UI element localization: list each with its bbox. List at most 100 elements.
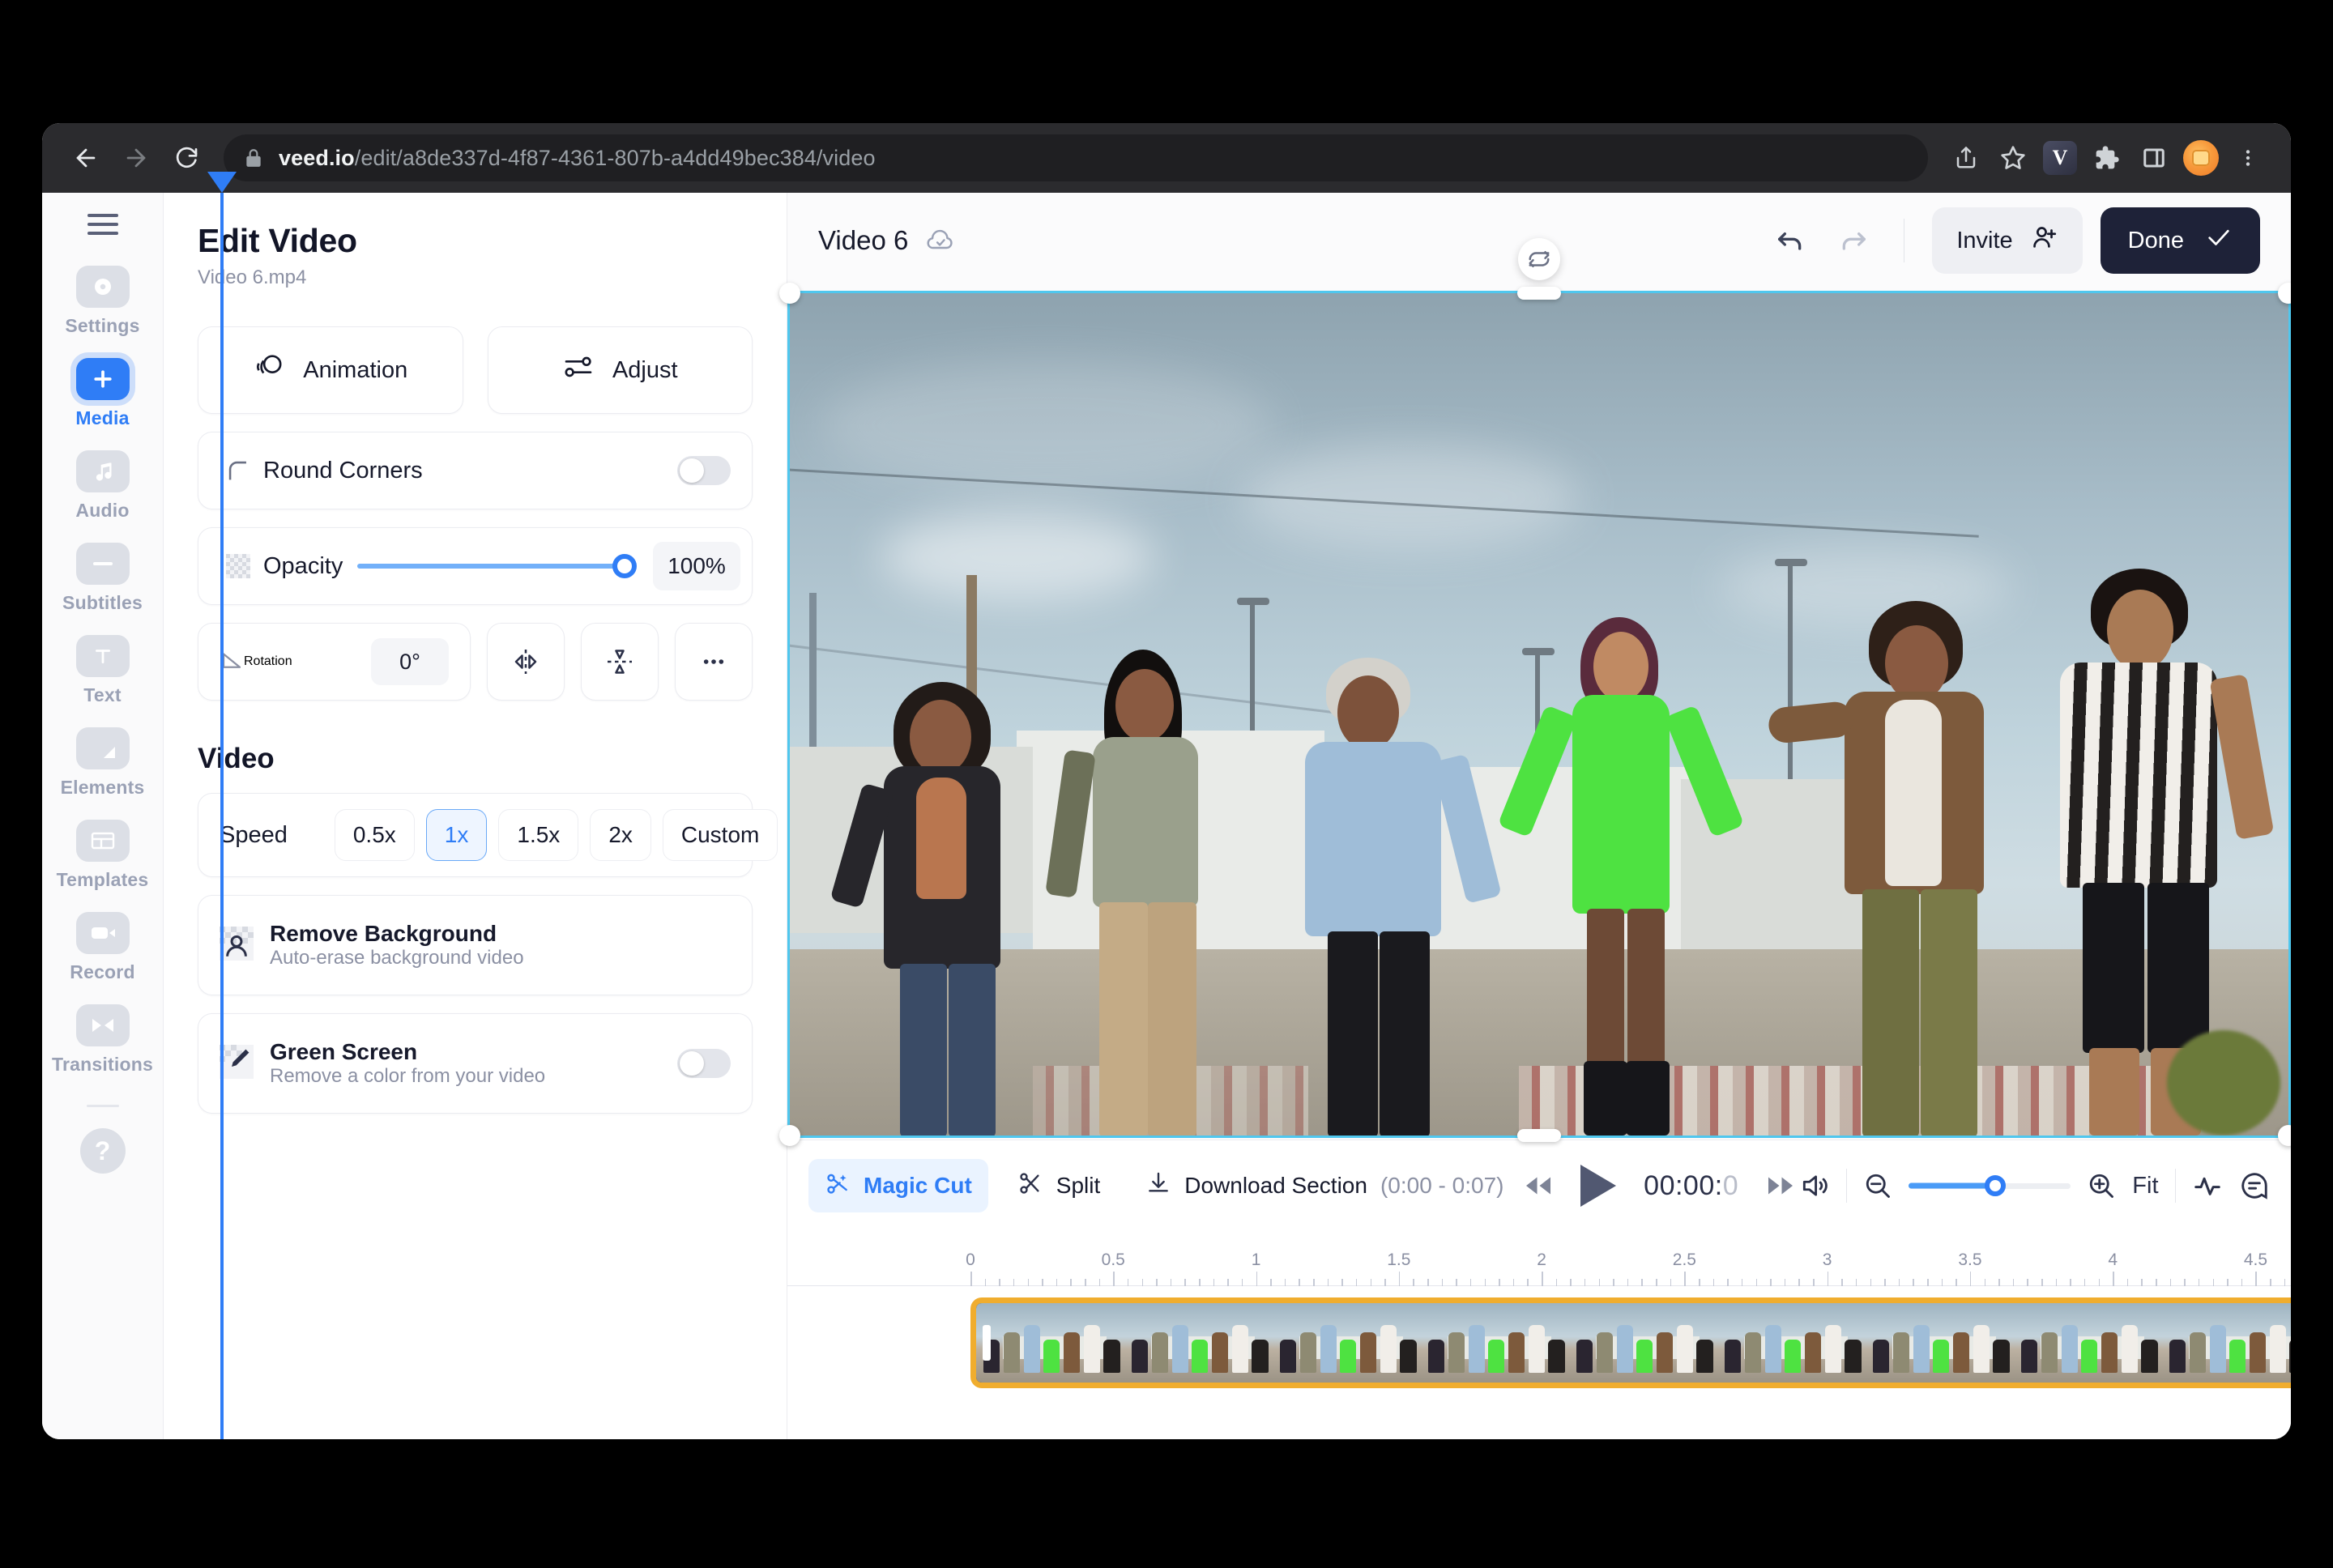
speed-option-2x[interactable]: 2x	[590, 809, 651, 861]
ruler-tick	[2270, 1279, 2271, 1286]
fast-forward-icon[interactable]	[1766, 1174, 1795, 1198]
ruler-tick	[1484, 1279, 1486, 1286]
resize-handle-top-right[interactable]	[2278, 282, 2291, 304]
ruler-tick	[1913, 1279, 1914, 1286]
three-dot-menu-icon[interactable]	[2226, 136, 2270, 180]
forward-arrow-icon[interactable]	[113, 135, 159, 181]
video-section-heading: Video	[198, 743, 275, 774]
zoom-in-icon[interactable]	[2087, 1171, 2116, 1200]
ruler-tick	[1370, 1279, 1372, 1286]
resize-handle-top[interactable]	[1517, 286, 1561, 300]
toolbar-divider	[2174, 1169, 2176, 1203]
hamburger-menu-icon[interactable]	[87, 214, 118, 235]
sidebar-item-media[interactable]: Media	[42, 358, 164, 429]
magic-wand-icon	[825, 1170, 851, 1202]
ruler-tick	[1956, 1279, 1957, 1286]
timeline-ruler[interactable]: 00.511.522.533.544.555.566.57	[787, 1231, 2291, 1291]
sidebar-item-transitions[interactable]: Transitions	[42, 1004, 164, 1076]
sidebar-item-audio[interactable]: Audio	[42, 450, 164, 522]
ruler-tick	[1870, 1279, 1872, 1286]
share-icon[interactable]	[1944, 136, 1988, 180]
resize-handle-top-left[interactable]	[779, 282, 800, 304]
round-corners-toggle[interactable]	[677, 456, 731, 485]
ruler-tick	[1656, 1279, 1657, 1286]
undo-arrow-icon[interactable]	[1768, 218, 1813, 263]
waveform-icon[interactable]	[2192, 1170, 2223, 1201]
redo-arrow-icon[interactable]	[1831, 218, 1876, 263]
help-button[interactable]: ?	[79, 1128, 126, 1174]
magic-cut-button[interactable]: Magic Cut	[808, 1159, 988, 1212]
done-button[interactable]: Done	[2100, 207, 2260, 274]
rotation-label: Rotation	[244, 654, 292, 668]
ruler-tick	[1013, 1279, 1015, 1286]
remove-background-button[interactable]: Remove Background Auto-erase background …	[198, 895, 753, 995]
video-canvas[interactable]: 550	[787, 290, 2291, 1138]
extensions-puzzle-icon[interactable]	[2085, 136, 2129, 180]
invite-button[interactable]: Invite	[1932, 207, 2083, 274]
resize-handle-bottom-right[interactable]	[2278, 1124, 2291, 1146]
zoom-out-icon[interactable]	[1863, 1171, 1892, 1200]
speed-option-custom[interactable]: Custom	[662, 809, 778, 861]
split-button[interactable]: Split	[1001, 1159, 1116, 1212]
animation-button[interactable]: Animation	[198, 326, 463, 414]
timeline-playhead[interactable]	[207, 172, 237, 1439]
sidebar-item-label: Text	[83, 684, 122, 705]
sidebar-item-record[interactable]: Record	[42, 912, 164, 983]
reload-icon[interactable]	[164, 135, 209, 181]
ruler-tick	[1213, 1279, 1215, 1286]
rotate-handle-icon[interactable]	[1518, 237, 1560, 280]
speed-option-0.5x[interactable]: 0.5x	[334, 809, 415, 861]
opacity-value[interactable]: 100%	[653, 542, 740, 590]
subtitles-icon	[75, 543, 130, 585]
browser-window: veed.io/edit/a8de337d-4f87-4361-807b-a4d…	[42, 123, 2291, 1439]
record-camera-icon	[75, 912, 130, 954]
elements-shape-icon	[75, 727, 130, 769]
volume-icon[interactable]	[1799, 1170, 1830, 1201]
fit-button[interactable]: Fit	[2132, 1173, 2158, 1199]
sidebar-item-elements[interactable]: Elements	[42, 727, 164, 799]
ruler-tick	[2098, 1279, 2101, 1286]
captions-icon[interactable]	[2239, 1170, 2270, 1201]
align-vertical-icon[interactable]	[581, 623, 659, 701]
side-panel-icon[interactable]	[2132, 136, 2176, 180]
rewind-icon[interactable]	[1524, 1174, 1553, 1198]
sidebar-item-subtitles[interactable]: Subtitles	[42, 543, 164, 614]
sidebar-item-text[interactable]: Text	[42, 635, 164, 706]
more-options-icon[interactable]	[675, 623, 753, 701]
clip-trim-handle-left[interactable]	[983, 1325, 991, 1361]
speed-option-1x[interactable]: 1x	[425, 809, 488, 861]
sidebar-item-settings[interactable]: Settings	[42, 266, 164, 337]
resize-handle-bottom-left[interactable]	[779, 1124, 800, 1146]
ruler-tick	[1841, 1279, 1843, 1286]
flip-horizontal-icon[interactable]	[487, 623, 565, 701]
ruler-tick	[2156, 1279, 2157, 1286]
opacity-slider[interactable]	[357, 554, 637, 578]
project-name[interactable]: Video 6	[818, 225, 908, 256]
extension-veed-icon[interactable]: V	[2038, 136, 2082, 180]
play-icon[interactable]	[1580, 1165, 1617, 1207]
adjust-button[interactable]: Adjust	[487, 326, 753, 414]
round-corner-icon	[220, 457, 257, 484]
green-screen-title: Green Screen	[270, 1039, 418, 1064]
timeline-zoom-slider[interactable]	[1909, 1175, 2071, 1196]
rotation-value[interactable]: 0°	[371, 638, 449, 685]
address-bar[interactable]: veed.io/edit/a8de337d-4f87-4361-807b-a4d…	[224, 134, 1928, 181]
back-arrow-icon[interactable]	[63, 135, 109, 181]
green-screen-toggle[interactable]	[677, 1049, 731, 1078]
resize-handle-bottom[interactable]	[1517, 1128, 1561, 1142]
sidebar-item-templates[interactable]: Templates	[42, 820, 164, 891]
download-section-button[interactable]: Download Section (0:00 - 0:07)	[1129, 1159, 1520, 1212]
clip-thumbnail	[1124, 1303, 1273, 1383]
ruler-tick	[2027, 1279, 2028, 1286]
green-screen-row[interactable]: Green Screen Remove a color from your vi…	[198, 1013, 753, 1114]
ruler-label: 4	[2108, 1251, 2118, 1269]
round-corners-row[interactable]: Round Corners	[198, 432, 753, 509]
ruler-tick	[1998, 1279, 2000, 1286]
video-clip[interactable]	[970, 1297, 2291, 1388]
timecode-display[interactable]: 00:00:0	[1644, 1170, 1738, 1202]
speed-option-1.5x[interactable]: 1.5x	[498, 809, 579, 861]
green-screen-icon	[220, 1044, 254, 1083]
magic-cut-label: Magic Cut	[864, 1173, 972, 1198]
profile-avatar-icon[interactable]	[2179, 136, 2223, 180]
star-icon[interactable]	[1991, 136, 2035, 180]
